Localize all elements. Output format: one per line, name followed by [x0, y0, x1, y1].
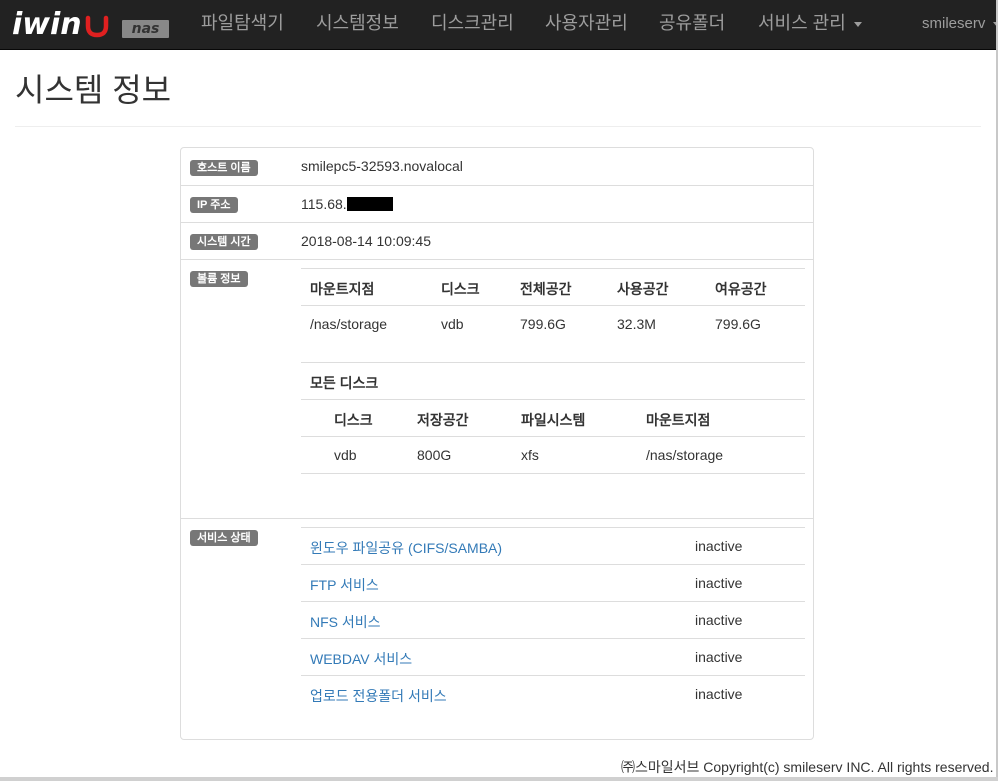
disks-cell-size: 800G	[417, 447, 452, 463]
table-border	[301, 564, 805, 565]
table-border	[301, 601, 805, 602]
nav-file-explorer[interactable]: 파일탐색기	[201, 0, 284, 50]
service-status-samba: inactive	[695, 538, 743, 554]
service-status-nfs: inactive	[695, 612, 743, 628]
services-table: 윈도우 파일공유 (CIFS/SAMBA) inactive FTP 서비스 i…	[301, 527, 805, 712]
table-border	[301, 268, 805, 269]
top-navbar: iwin nas 파일탐색기 시스템정보 디스크관리 사용자관리 공유폴더 서비…	[0, 0, 998, 50]
ip-value: 115.68.	[301, 196, 393, 212]
nav-user-management[interactable]: 사용자관리	[545, 0, 628, 50]
service-status-webdav: inactive	[695, 649, 743, 665]
table-border	[301, 305, 805, 306]
nas-badge: nas	[121, 20, 170, 38]
brand-logo[interactable]: iwin nas	[12, 7, 170, 42]
volume-header-disk: 디스크	[441, 281, 480, 297]
volume-row: 볼륨 정보 마운트지점 디스크 전체공간 사용공간 여유공간 /nas/stor…	[181, 259, 813, 518]
disks-cell-fs: xfs	[521, 447, 539, 463]
caret-down-icon	[853, 21, 862, 27]
table-border	[301, 473, 805, 474]
smile-icon	[84, 12, 110, 41]
services-row: 서비스 상태 윈도우 파일공유 (CIFS/SAMBA) inactive FT…	[181, 518, 813, 740]
volume-header-mount: 마운트지점	[310, 281, 375, 297]
volume-header-used: 사용공간	[617, 281, 669, 297]
all-disks-title: 모든 디스크	[310, 375, 379, 391]
ip-prefix: 115.68.	[301, 196, 347, 212]
volume-header-total: 전체공간	[520, 281, 572, 297]
volume-label: 볼륨 정보	[190, 271, 248, 287]
nav-system-info[interactable]: 시스템정보	[316, 0, 399, 50]
disks-header-size: 저장공간	[417, 412, 469, 428]
host-value: smilepc5-32593.novalocal	[301, 158, 463, 174]
service-link-samba[interactable]: 윈도우 파일공유 (CIFS/SAMBA)	[310, 538, 502, 558]
volume-cell-used: 32.3M	[617, 316, 656, 332]
service-link-webdav[interactable]: WEBDAV 서비스	[310, 649, 412, 669]
table-border	[301, 638, 805, 639]
redaction-block	[346, 197, 393, 211]
volume-cell-mount: /nas/storage	[310, 316, 388, 332]
page-title: 시스템 정보	[15, 72, 172, 108]
disks-cell-mount: /nas/storage	[646, 447, 724, 463]
nav-disk-management[interactable]: 디스크관리	[431, 0, 514, 50]
disks-header-mount: 마운트지점	[646, 412, 711, 428]
table-border	[301, 527, 805, 528]
time-row: 시스템 시간 2018-08-14 10:09:45	[181, 222, 813, 259]
time-label: 시스템 시간	[190, 234, 258, 250]
footer-copyright: ㈜스마일서브 Copyright(c) smileserv INC. All r…	[621, 759, 994, 775]
volume-cell-free: 799.6G	[715, 316, 761, 332]
system-info-panel: 호스트 이름 smilepc5-32593.novalocal IP 주소 11…	[180, 147, 814, 740]
ip-label: IP 주소	[190, 197, 238, 213]
time-value: 2018-08-14 10:09:45	[301, 233, 431, 249]
logo-text: iwin	[12, 7, 82, 42]
service-link-upload[interactable]: 업로드 전용폴더 서비스	[310, 686, 447, 706]
bottom-border	[0, 777, 998, 781]
volume-cell-total: 799.6G	[520, 316, 566, 332]
disks-cell-disk: vdb	[334, 447, 357, 463]
disks-header-disk: 디스크	[334, 412, 373, 428]
table-border	[301, 362, 805, 363]
user-name: smileserv	[922, 15, 986, 32]
service-status-upload: inactive	[695, 686, 743, 702]
disks-header-fs: 파일시스템	[521, 412, 586, 428]
service-link-nfs[interactable]: NFS 서비스	[310, 612, 381, 632]
nav-service-management-label: 서비스 관리	[758, 13, 846, 33]
host-label: 호스트 이름	[190, 160, 258, 176]
header-divider	[15, 126, 981, 127]
nav-shared-folders[interactable]: 공유폴더	[659, 0, 725, 50]
table-border	[301, 675, 805, 676]
ip-row: IP 주소 115.68.	[181, 185, 813, 222]
all-disks-table: 모든 디스크 디스크 저장공간 파일시스템 마운트지점 vdb 800G xfs…	[301, 362, 805, 474]
volume-cell-disk: vdb	[441, 316, 464, 332]
service-link-ftp[interactable]: FTP 서비스	[310, 575, 379, 595]
table-border	[301, 399, 805, 400]
services-label: 서비스 상태	[190, 530, 258, 546]
table-border	[301, 436, 805, 437]
nav-service-management[interactable]: 서비스 관리	[758, 0, 862, 50]
volume-header-free: 여유공간	[715, 281, 767, 297]
volume-table: 마운트지점 디스크 전체공간 사용공간 여유공간 /nas/storage vd…	[301, 268, 805, 334]
host-row: 호스트 이름 smilepc5-32593.novalocal	[181, 148, 813, 185]
service-status-ftp: inactive	[695, 575, 743, 591]
user-menu[interactable]: smileserv	[922, 0, 998, 50]
